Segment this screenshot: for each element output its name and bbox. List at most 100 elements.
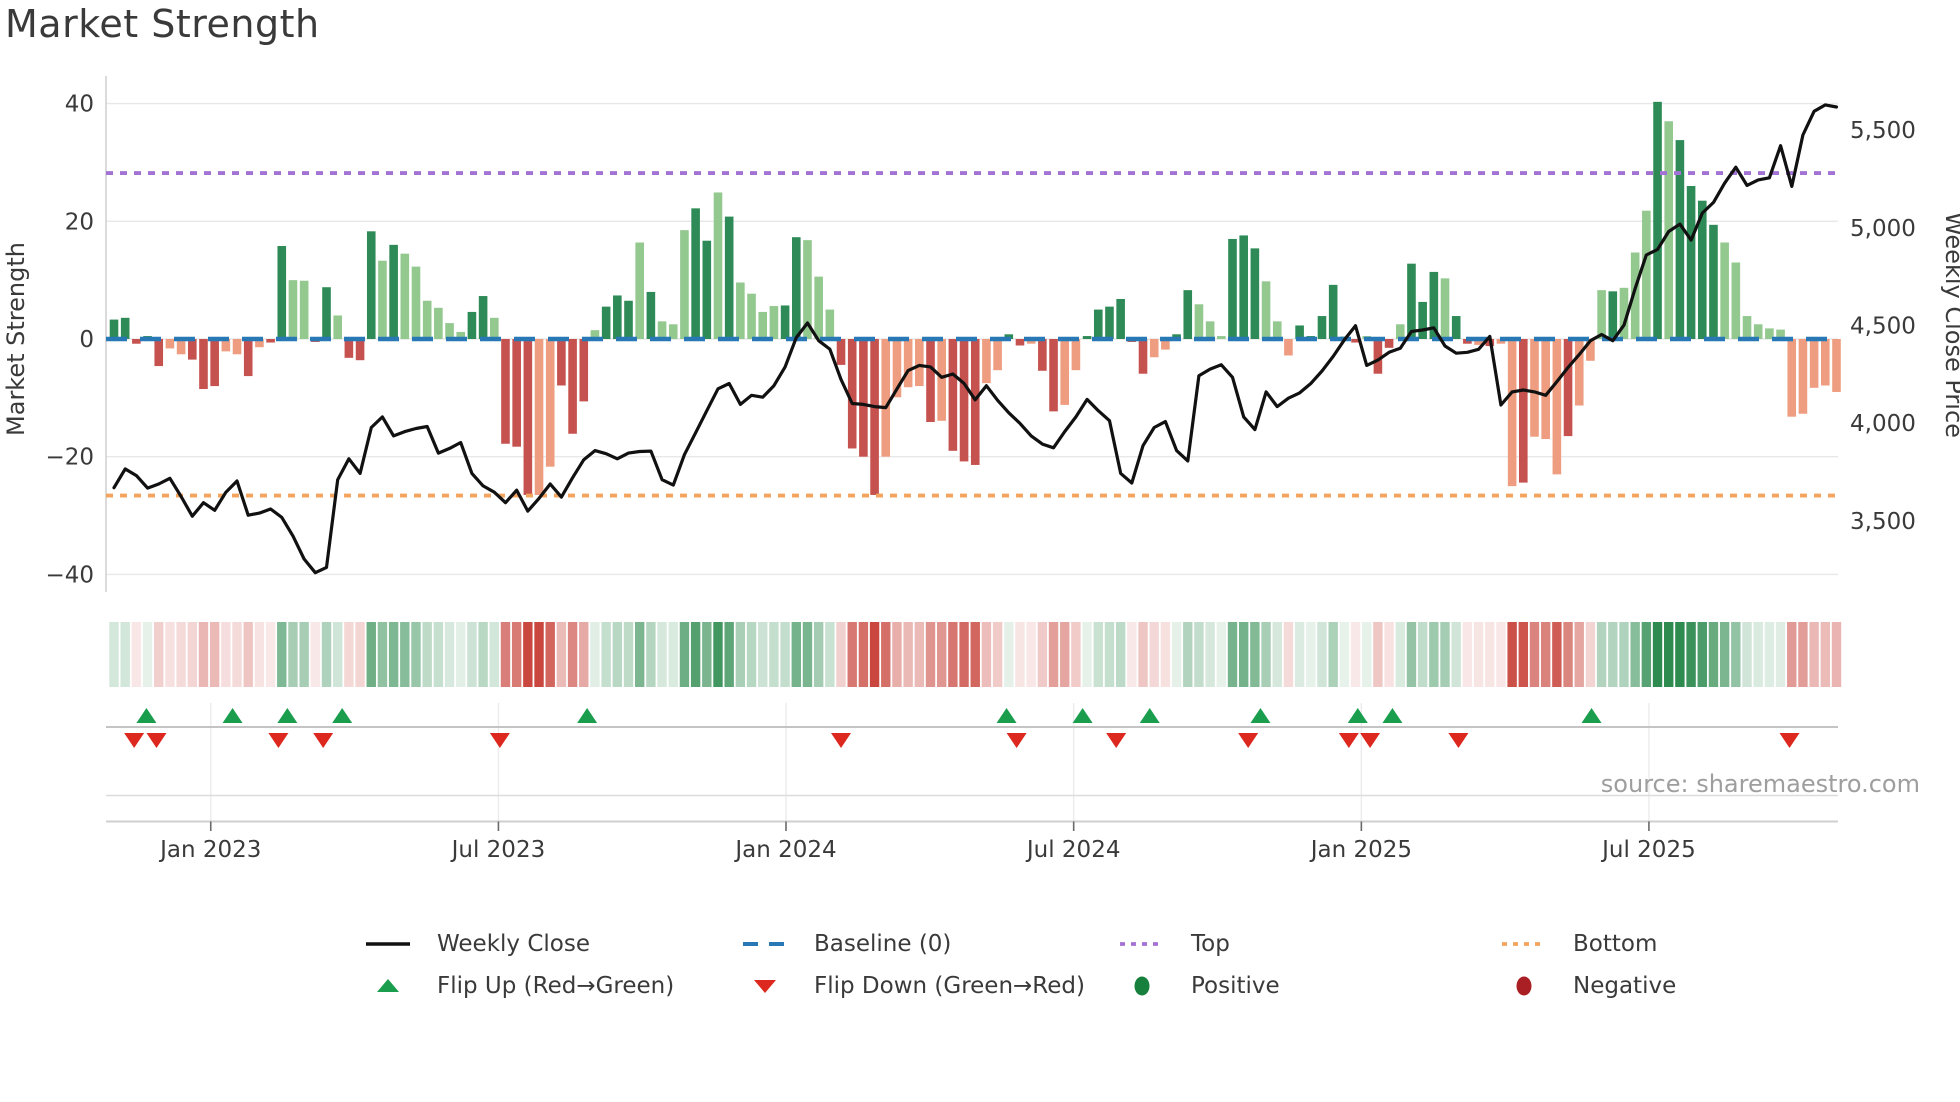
- strength-bar: [1060, 339, 1070, 405]
- strength-bar: [691, 208, 700, 339]
- strength-bar: [836, 339, 846, 365]
- strength-bar: [970, 339, 980, 465]
- strength-bar: [1832, 339, 1841, 392]
- strength-bar: [825, 309, 835, 339]
- strength-bar: [859, 339, 868, 457]
- heatmap-cell: [1406, 622, 1417, 687]
- strength-bar: [1250, 248, 1260, 339]
- heatmap-cell: [243, 622, 253, 687]
- market-strength-dashboard: Market Strength 40 20 0 −20 −40 5,500 5,000 4,5…: [0, 0, 1960, 1102]
- heatmap-cell: [1697, 622, 1707, 687]
- strength-bar: [769, 306, 779, 339]
- strength-bar: [132, 339, 141, 344]
- heatmap-cell: [1328, 622, 1338, 687]
- heatmap-cell: [1809, 622, 1819, 687]
- strength-bar: [545, 339, 555, 467]
- flip-up-marker: [577, 708, 598, 723]
- heatmap-cell: [1261, 622, 1271, 687]
- strength-bar: [445, 323, 454, 339]
- strength-bar: [434, 307, 443, 339]
- strength-bar: [557, 339, 566, 386]
- heatmap-cell: [847, 622, 857, 687]
- heatmap-cell: [1585, 622, 1596, 687]
- flip-up-marker: [1250, 708, 1271, 723]
- heatmap-cell: [657, 622, 667, 687]
- strength-bar: [120, 317, 130, 339]
- heatmap-cell: [758, 622, 768, 687]
- x-axis-tick-label: Jan 2025: [1309, 837, 1412, 863]
- heatmap-cell: [1194, 622, 1204, 687]
- heatmap-cell: [1787, 622, 1797, 687]
- heatmap-cell: [254, 622, 265, 687]
- heatmap-cell: [511, 622, 522, 687]
- flip-up-marker: [1347, 708, 1368, 723]
- strength-bar: [1071, 339, 1081, 371]
- strength-bar: [814, 276, 823, 339]
- heatmap-cell: [478, 622, 488, 687]
- strength-bar: [1228, 238, 1237, 339]
- heatmap-cell: [1764, 622, 1775, 687]
- heatmap-cell: [109, 622, 119, 687]
- flip-down-marker: [1360, 733, 1381, 748]
- strength-bar: [1093, 309, 1103, 339]
- flip-up-marker: [1072, 708, 1093, 723]
- x-axis-tick-label: Jul 2024: [1025, 837, 1121, 863]
- heatmap-cell: [1608, 622, 1618, 687]
- strength-bar: [1720, 242, 1729, 339]
- heatmap-cell: [142, 622, 153, 687]
- heatmap-cell: [355, 622, 365, 687]
- heatmap-cell: [534, 622, 544, 687]
- flip-markers: [106, 703, 1838, 821]
- heatmap-cell: [892, 622, 902, 687]
- heatmap-cell: [1048, 622, 1059, 687]
- y-axis-tick-left: 20: [65, 209, 94, 235]
- flip-up-marker: [222, 708, 243, 723]
- heatmap-cell: [1205, 622, 1215, 687]
- strength-bar: [657, 321, 667, 339]
- strength-bar: [1608, 291, 1618, 339]
- heatmap-cell: [1652, 622, 1663, 687]
- strength-bar: [937, 339, 946, 421]
- heatmap-cell: [1037, 622, 1048, 687]
- heatmap-cell: [1630, 622, 1640, 687]
- heatmap-cell: [1171, 622, 1182, 687]
- strength-bar: [1809, 339, 1819, 388]
- strength-bar: [378, 260, 387, 339]
- strength-bar: [579, 339, 589, 402]
- flip-down-marker: [268, 733, 289, 748]
- strength-bar: [724, 216, 734, 339]
- strength-bar: [109, 319, 119, 339]
- y-axis-label-left: Market Strength: [2, 242, 30, 436]
- strength-bar: [523, 339, 533, 495]
- strength-bar: [568, 339, 577, 434]
- heatmap-cell: [914, 622, 925, 687]
- heatmap-cell: [1104, 622, 1115, 687]
- strength-bar: [1082, 336, 1092, 339]
- x-axis-tick-label: Jan 2023: [158, 837, 261, 863]
- heatmap-cell: [377, 622, 388, 687]
- flip-down-marker: [1106, 733, 1127, 748]
- strength-chart: 40 20 0 −20 −40 5,500 5,000 4,500 4,000 3,500 Jan …: [2, 76, 1960, 863]
- strength-bar: [288, 280, 298, 339]
- strength-bar: [1205, 321, 1215, 339]
- heatmap-cell: [277, 622, 287, 687]
- strength-bar: [478, 296, 488, 339]
- heatmap-cell: [1574, 622, 1584, 687]
- heatmap-cell: [1775, 622, 1786, 687]
- flip-down-marker: [489, 733, 510, 748]
- flip-up-marker: [1382, 708, 1403, 723]
- heatmap-cell: [165, 622, 175, 687]
- strength-bar: [736, 282, 745, 339]
- heatmap-cell: [1485, 622, 1495, 687]
- heatmap-cell: [1227, 622, 1238, 687]
- strength-bar: [400, 253, 410, 339]
- strength-bar: [1541, 339, 1550, 440]
- strength-bar: [299, 280, 309, 339]
- flip-up-marker: [1581, 708, 1602, 723]
- heatmap-cell: [344, 622, 354, 687]
- strength-bar: [1653, 101, 1662, 339]
- strength-bar: [1272, 321, 1282, 339]
- heatmap-cell: [1641, 622, 1652, 687]
- heatmap-cell: [1149, 622, 1159, 687]
- strength-bar: [1116, 298, 1125, 339]
